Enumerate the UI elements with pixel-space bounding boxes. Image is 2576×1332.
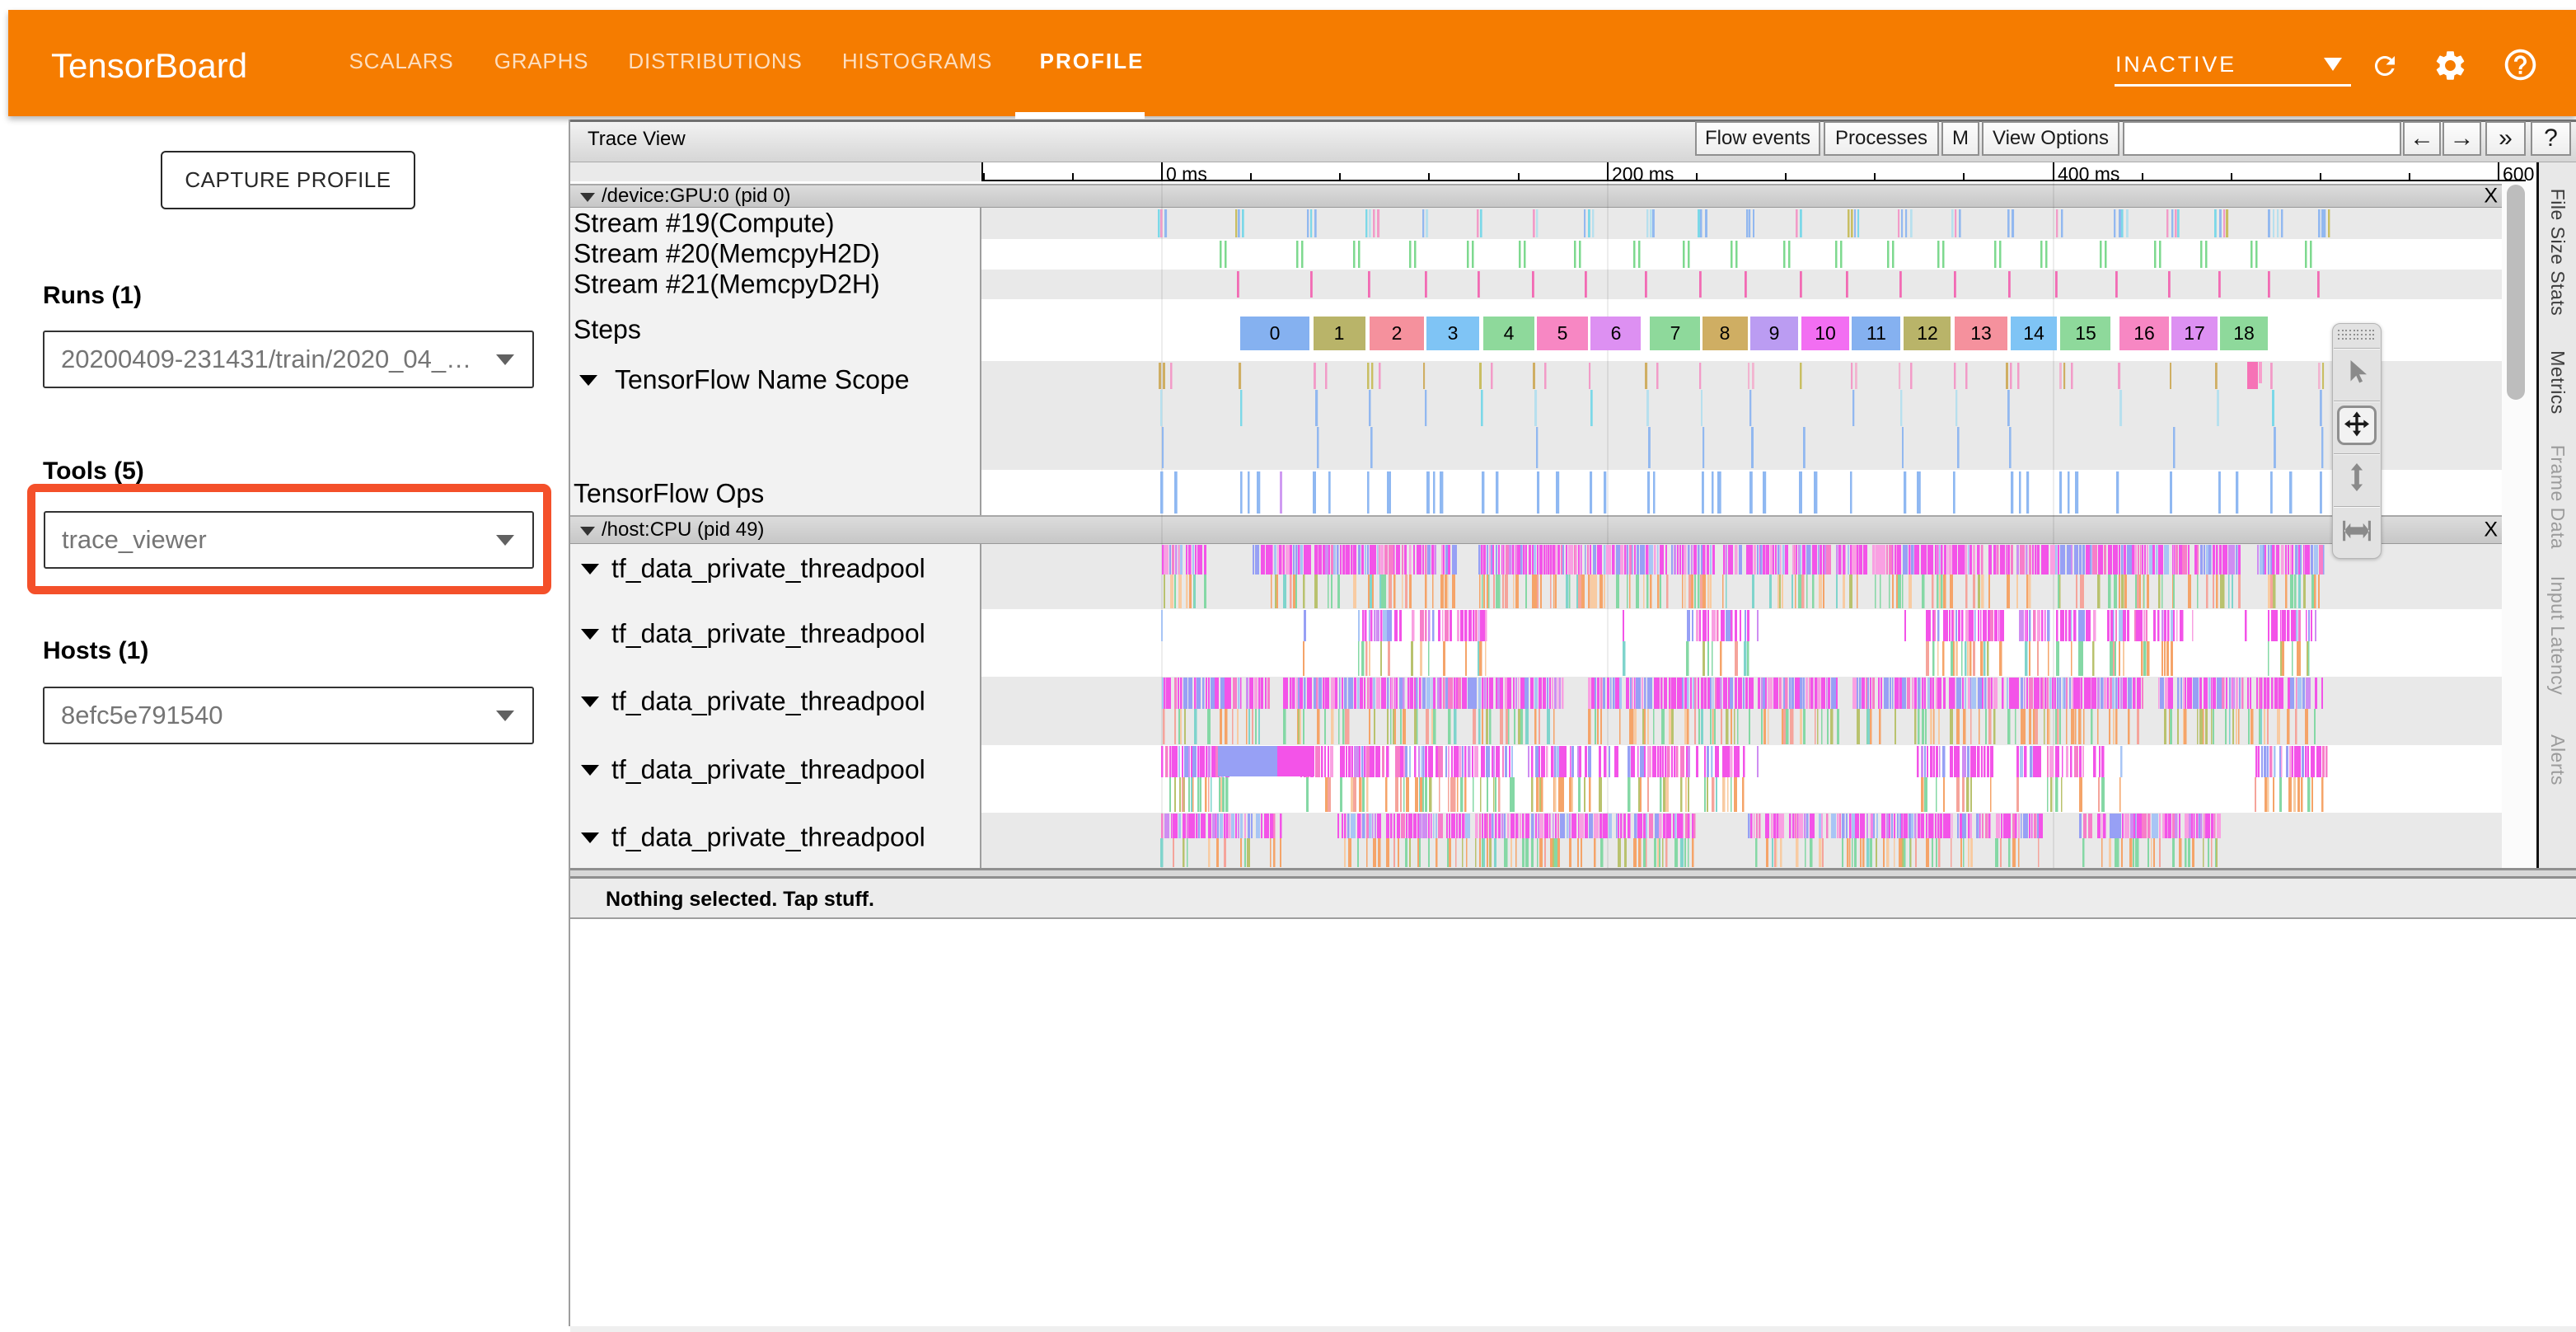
svg-text:7: 7 [1670,322,1681,344]
svg-text:18: 18 [2233,322,2255,344]
svg-text:10: 10 [1815,322,1836,344]
svg-text:12: 12 [1917,322,1938,344]
svg-text:6: 6 [1611,322,1622,344]
svg-text:14: 14 [2023,322,2044,344]
svg-text:13: 13 [1970,322,1992,344]
svg-text:9: 9 [1769,322,1780,344]
svg-text:8: 8 [1720,322,1731,344]
svg-text:2: 2 [1392,322,1403,344]
svg-text:1: 1 [1334,322,1345,344]
svg-text:0: 0 [1270,322,1281,344]
svg-text:16: 16 [2133,322,2155,344]
svg-text:4: 4 [1504,322,1515,344]
svg-text:3: 3 [1448,322,1459,344]
svg-text:11: 11 [1866,322,1886,344]
svg-text:15: 15 [2075,322,2096,344]
svg-text:5: 5 [1557,322,1568,344]
svg-text:17: 17 [2184,322,2205,344]
